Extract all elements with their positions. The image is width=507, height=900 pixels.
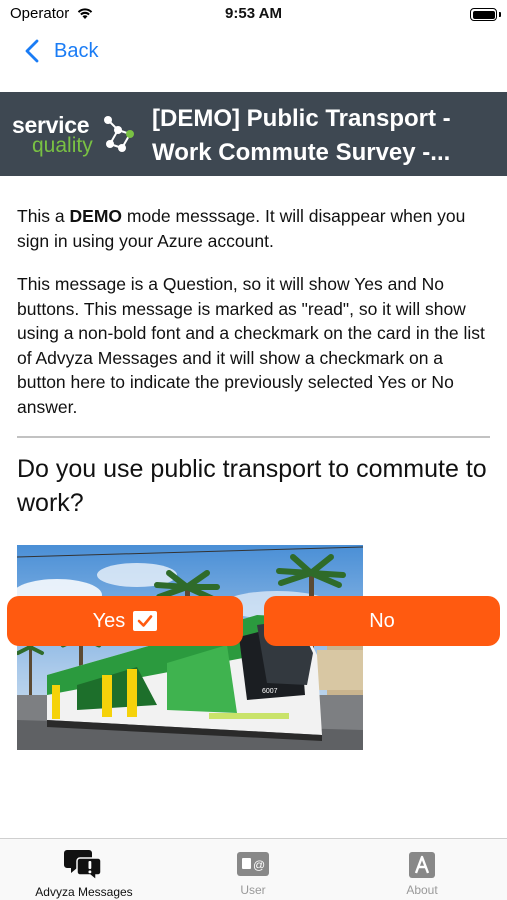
message-header: service quality [DEMO] Public Transport … <box>0 92 507 176</box>
tab-about[interactable]: About <box>382 839 462 900</box>
battery-icon <box>470 8 497 21</box>
demo-notice-bold: DEMO <box>69 206 123 226</box>
yes-button[interactable]: Yes <box>7 596 243 646</box>
logo-dots-icon <box>104 116 134 152</box>
navigation-bar: Back <box>0 30 507 76</box>
about-a-icon <box>409 852 435 878</box>
message-title: [DEMO] Public Transport - Work Commute S… <box>152 102 497 170</box>
back-label: Back <box>54 39 99 62</box>
no-button-label: No <box>369 609 395 632</box>
tab-user[interactable]: @ User <box>213 839 293 900</box>
tab-about-label: About <box>406 883 438 897</box>
svg-text:@: @ <box>253 858 265 872</box>
answer-buttons: Yes No <box>7 596 500 646</box>
tab-bar: Advyza Messages @ User About <box>0 838 507 900</box>
question-text: Do you use public transport to commute t… <box>17 455 487 517</box>
service-quality-logo: service quality <box>12 112 142 160</box>
tram-photo: 6007 <box>17 545 363 750</box>
back-button[interactable]: Back <box>22 38 98 64</box>
chevron-left-icon <box>25 39 39 63</box>
tab-advyza-messages-label: Advyza Messages <box>35 885 133 899</box>
tram-number: 6007 <box>262 688 278 695</box>
divider <box>17 436 490 438</box>
clock: 9:53 AM <box>225 5 282 22</box>
message-body-text: This message is a Question, so it will s… <box>17 274 485 417</box>
user-card-icon: @ <box>237 852 269 876</box>
no-button[interactable]: No <box>264 596 500 646</box>
message-title-line-1: [DEMO] Public Transport - <box>152 105 451 132</box>
checkmark-icon <box>133 611 158 631</box>
demo-notice-prefix: This a <box>17 206 70 226</box>
chat-alert-icon <box>64 850 102 881</box>
message-title-line-2: Work Commute Survey -... <box>152 139 451 166</box>
tab-user-label: User <box>240 883 266 897</box>
battery-tip <box>499 12 501 17</box>
yes-button-label: Yes <box>92 609 126 632</box>
logo-text-quality: quality <box>32 134 93 157</box>
status-bar: Operator 9:53 AM <box>0 0 507 30</box>
demo-notice-text: This a DEMO mode messsage. It will disap… <box>17 204 495 253</box>
tab-advyza-messages[interactable]: Advyza Messages <box>24 839 144 900</box>
